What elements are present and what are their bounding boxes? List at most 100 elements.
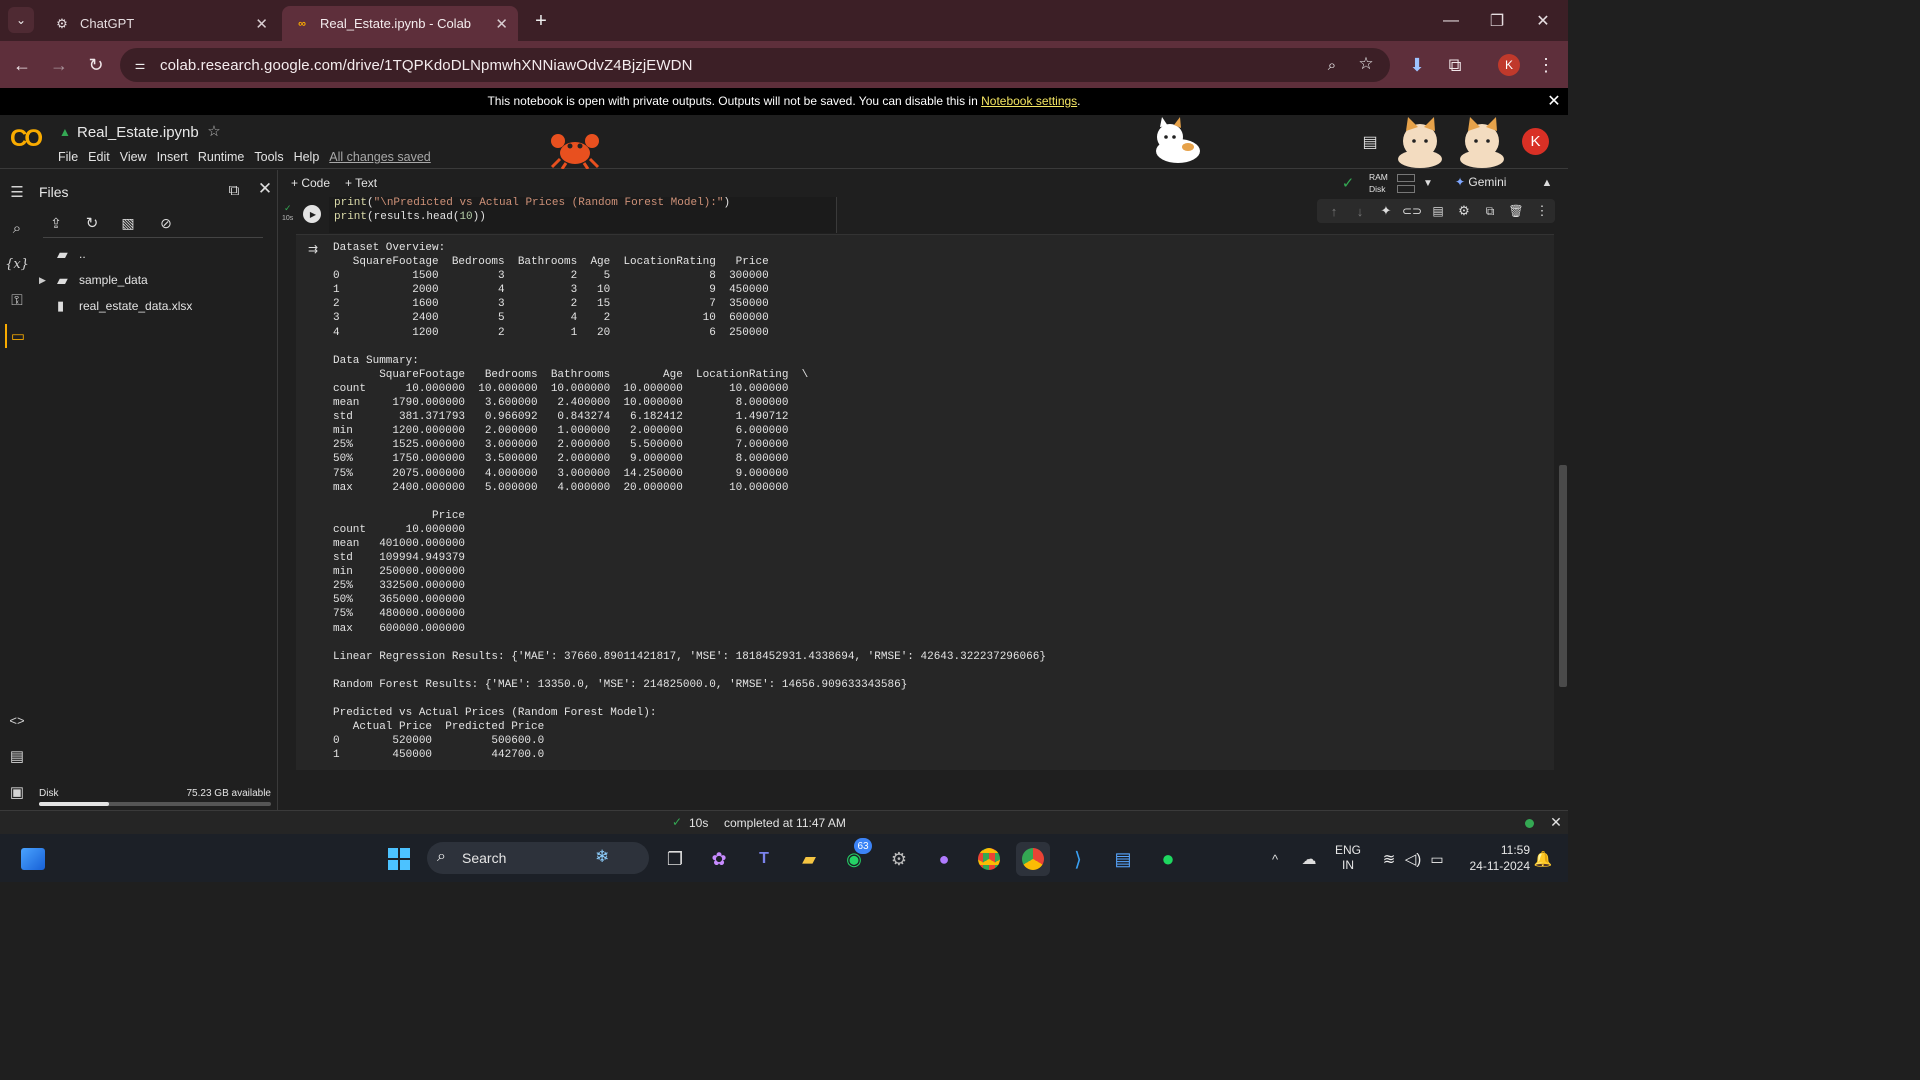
command-palette-icon[interactable]: ▤ <box>5 744 29 768</box>
user-initial: K <box>1530 133 1541 150</box>
menu-help[interactable]: Help <box>294 150 320 164</box>
task-view-icon[interactable]: ❐ <box>658 842 692 876</box>
files-folder-icon[interactable]: ▭ <box>5 324 29 348</box>
settings-gear-icon[interactable]: ⚙ <box>1455 202 1473 220</box>
notebook-settings-link[interactable]: Notebook settings <box>981 94 1077 108</box>
toggle-hidden-files-icon[interactable]: ⊘ <box>155 212 177 234</box>
reload-icon[interactable]: ↻ <box>83 52 109 78</box>
close-panel-icon[interactable]: ✕ <box>255 179 275 199</box>
chrome-icon[interactable] <box>972 842 1006 876</box>
menu-runtime[interactable]: Runtime <box>198 150 245 164</box>
menu-tools[interactable]: Tools <box>254 150 283 164</box>
show-hidden-icons-icon[interactable]: ^ <box>1258 842 1292 876</box>
resource-meter[interactable]: RAM Disk <box>1369 171 1419 195</box>
extensions-icon[interactable]: ⧉ <box>1442 52 1468 78</box>
code-editor[interactable]: print("\nPredicted vs Actual Prices (Ran… <box>329 197 837 233</box>
zoom-icon[interactable]: ⌕ <box>1322 55 1342 75</box>
address-bar[interactable]: ⚌ colab.research.google.com/drive/1TQPKd… <box>120 48 1390 82</box>
run-cell-button[interactable]: ▶ <box>303 205 321 223</box>
list-item[interactable]: ▮ real_estate_data.xlsx <box>57 296 192 316</box>
refresh-icon[interactable]: ↻ <box>81 212 103 234</box>
forward-icon[interactable]: → <box>46 52 72 78</box>
list-item[interactable]: ▶ ▰ sample_data <box>39 270 148 290</box>
tab-search-button[interactable]: ⌄ <box>8 7 34 33</box>
code-snippets-icon[interactable]: <> <box>5 708 29 732</box>
user-avatar[interactable]: K <box>1522 128 1549 155</box>
open-in-tab-icon[interactable]: ⧉ <box>223 180 245 200</box>
collapse-header-icon[interactable]: ▲ <box>1539 175 1555 191</box>
notifications-bell-icon[interactable]: 🔔 <box>1526 842 1560 876</box>
teams-icon[interactable]: T <box>747 842 781 876</box>
gemini-button[interactable]: ✦ Gemini <box>1455 175 1506 189</box>
browser-menu-icon[interactable]: ⋮ <box>1533 52 1559 78</box>
github-icon[interactable]: ● <box>927 842 961 876</box>
link-icon[interactable]: ⊂⊃ <box>1402 202 1422 220</box>
battery-icon[interactable]: ▭ <box>1420 842 1454 876</box>
new-tab-icon[interactable]: + <box>528 8 554 34</box>
move-down-icon[interactable]: ↓ <box>1351 202 1369 220</box>
minimize-window-icon[interactable]: — <box>1428 0 1474 41</box>
site-info-icon[interactable]: ⚌ <box>132 57 148 73</box>
add-text-button[interactable]: + Text <box>345 176 377 190</box>
tab-chatgpt[interactable]: ⚙ ChatGPT ✕ <box>42 6 278 41</box>
add-code-button[interactable]: + Code <box>291 176 330 190</box>
chevron-right-icon[interactable]: ▶ <box>39 275 57 286</box>
upload-file-icon[interactable]: ⇪ <box>45 212 67 234</box>
more-options-icon[interactable]: ⋮ <box>1533 202 1551 220</box>
tab-colab[interactable]: ∞ Real_Estate.ipynb - Colab ✕ <box>282 6 518 41</box>
terminal-icon[interactable]: ▣ <box>5 780 29 804</box>
widgets-icon[interactable] <box>16 842 50 876</box>
notebook-title[interactable]: Real_Estate.ipynb <box>77 124 199 141</box>
move-up-icon[interactable]: ↑ <box>1325 202 1343 220</box>
menu-edit[interactable]: Edit <box>88 150 110 164</box>
clock[interactable]: 11:59 24-11-2024 <box>1456 842 1531 874</box>
bookmark-star-icon[interactable]: ☆ <box>1356 54 1376 74</box>
colab-logo[interactable]: CO <box>10 125 43 153</box>
taskbar-search-box[interactable]: ⌕ Search ❄ <box>427 842 649 874</box>
mount-drive-icon[interactable]: ▧ <box>117 212 139 234</box>
variables-icon[interactable]: {x} <box>5 252 29 276</box>
vscode-icon[interactable]: ⟩ <box>1061 842 1095 876</box>
url-text[interactable]: colab.research.google.com/drive/1TQPKdoD… <box>160 57 693 74</box>
whatsapp-icon[interactable]: ◉ 63 <box>837 838 872 876</box>
ram-bar <box>1397 174 1415 182</box>
comment-icon[interactable]: ▤ <box>1429 202 1447 220</box>
close-tab-icon[interactable]: ✕ <box>255 15 268 33</box>
runtime-dropdown-icon[interactable]: ▼ <box>1421 176 1435 190</box>
comments-icon[interactable]: ▤ <box>1360 132 1380 152</box>
onedrive-icon[interactable]: ☁ <box>1292 842 1326 876</box>
chrome-profile-icon[interactable] <box>1016 842 1050 876</box>
list-item[interactable]: ▰ .. <box>57 244 86 264</box>
close-status-icon[interactable]: ✕ <box>1548 814 1564 830</box>
notepad-icon[interactable]: ▤ <box>1106 842 1140 876</box>
search-icon[interactable]: ⌕ <box>5 216 29 240</box>
menu-view[interactable]: View <box>120 150 147 164</box>
output-toggle-icon[interactable]: ⇉ <box>304 241 322 257</box>
downloads-icon[interactable]: ⬇ <box>1404 52 1430 78</box>
profile-avatar[interactable]: K <box>1498 54 1520 76</box>
menu-file[interactable]: File <box>58 150 78 164</box>
close-tab-icon[interactable]: ✕ <box>495 15 508 33</box>
settings-icon[interactable]: ⚙ <box>882 842 916 876</box>
disk-label: Disk <box>39 788 59 799</box>
copilot-icon[interactable]: ✿ <box>702 842 736 876</box>
secrets-key-icon[interactable]: ⚿ <box>5 288 29 312</box>
star-icon[interactable]: ☆ <box>206 123 222 140</box>
delete-icon[interactable]: 🗑 <box>1507 202 1525 220</box>
spotify-icon[interactable]: ● <box>1151 842 1185 876</box>
file-explorer-icon[interactable]: ▰ <box>792 842 826 876</box>
table-of-contents-icon[interactable]: ☰ <box>5 180 29 204</box>
restore-window-icon[interactable]: ❐ <box>1474 0 1520 41</box>
code-cell[interactable]: ✓ 10s ▶ print("\nPredicted vs Actual Pri… <box>279 197 1559 237</box>
language-indicator[interactable]: ENG IN <box>1334 843 1362 873</box>
scrollbar-thumb[interactable] <box>1559 465 1567 687</box>
start-windows-icon[interactable] <box>382 842 416 876</box>
menu-insert[interactable]: Insert <box>157 150 188 164</box>
save-status[interactable]: All changes saved <box>329 150 430 164</box>
back-icon[interactable]: ← <box>9 52 35 78</box>
close-window-icon[interactable]: ✕ <box>1520 0 1566 41</box>
scrollbar[interactable] <box>1558 197 1568 810</box>
close-banner-icon[interactable]: ✕ <box>1546 93 1562 110</box>
gemini-sparkle-icon[interactable]: ✦ <box>1377 202 1395 220</box>
mirror-cell-icon[interactable]: ⧉ <box>1481 202 1499 220</box>
